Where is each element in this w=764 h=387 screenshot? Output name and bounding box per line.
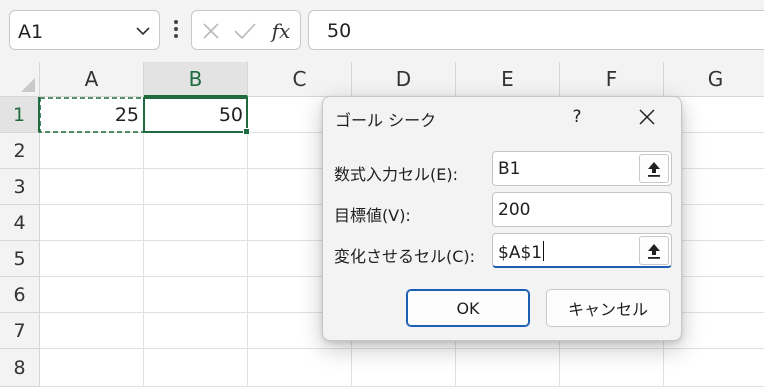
cell-b3[interactable] [144,169,248,205]
set-cell-label: 数式入力セル(E): [334,165,458,184]
function-icon: fx [271,19,291,43]
text-caret [543,241,545,261]
cell-b6[interactable] [144,277,248,313]
cell-f8[interactable] [560,349,664,387]
name-box[interactable]: A1 [9,10,160,50]
cell-a2[interactable] [40,133,144,169]
column-header-d[interactable]: D [352,62,456,97]
cell-b5[interactable] [144,241,248,277]
cell-a5[interactable] [40,241,144,277]
to-value-label: 目標値(V): [334,206,411,225]
insert-function-button[interactable]: fx [268,19,294,43]
column-header-a[interactable]: A [40,62,144,97]
selection-border [143,97,248,133]
row-header-4[interactable]: 4 [0,205,40,241]
more-vertical-icon[interactable] [168,18,184,42]
column-header-c[interactable]: C [248,62,352,97]
cancel-button[interactable]: キャンセル [546,289,670,327]
collapse-dialog-icon [648,243,660,259]
row-header-1[interactable]: 1 [0,97,40,133]
row-header-3[interactable]: 3 [0,169,40,205]
cell-a6[interactable] [40,277,144,313]
row-header-8[interactable]: 8 [0,349,40,387]
changing-cell-text: $A$1 [498,241,545,263]
cancel-entry-button[interactable] [198,19,224,43]
dialog-title: ゴール シーク [335,111,437,130]
fill-handle[interactable] [243,128,250,135]
set-cell-value: B1 [498,159,521,179]
cell-a4[interactable] [40,205,144,241]
row-header-6[interactable]: 6 [0,277,40,313]
ok-button[interactable]: OK [406,289,530,327]
cell-a3[interactable] [40,169,144,205]
collapse-dialog-icon [648,161,660,177]
set-cell-collapse-button[interactable] [639,154,669,183]
cell-e8[interactable] [456,349,560,387]
cell-b7[interactable] [144,313,248,349]
cell-b8[interactable] [144,349,248,387]
to-value-input[interactable]: 200 [492,192,672,227]
cell-a8[interactable] [40,349,144,387]
select-all-corner[interactable] [0,62,40,97]
help-button[interactable]: ? [559,103,595,131]
check-icon [234,23,256,40]
to-value-value: 200 [498,200,531,220]
set-cell-input[interactable]: B1 [492,151,672,186]
formula-buttons: fx [191,10,301,50]
cell-g8[interactable] [664,349,764,387]
name-box-value: A1 [18,21,44,43]
copy-marquee [39,97,145,133]
column-header-e[interactable]: E [456,62,560,97]
formula-input[interactable]: 50 [308,10,764,50]
close-icon [203,23,219,39]
cell-b4[interactable] [144,205,248,241]
close-button[interactable] [627,103,667,131]
formula-bar: A1 fx 50 [0,0,764,62]
goal-seek-dialog: ゴール シーク ? 数式入力セル(E): B1 目標値(V): 200 変化させ… [322,96,682,341]
row-header-5[interactable]: 5 [0,241,40,277]
confirm-entry-button[interactable] [232,19,258,43]
row-header-7[interactable]: 7 [0,313,40,349]
cell-d8[interactable] [352,349,456,387]
changing-cell-collapse-button[interactable] [639,236,669,265]
row-header-2[interactable]: 2 [0,133,40,169]
column-header-b[interactable]: B [144,62,248,97]
changing-cell-label: 変化させるセル(C): [334,247,476,266]
formula-value: 50 [327,20,352,42]
column-header-f[interactable]: F [560,62,664,97]
column-header-g[interactable]: G [664,62,764,97]
chevron-down-icon[interactable] [135,25,151,37]
cell-c8[interactable] [248,349,352,387]
cell-a7[interactable] [40,313,144,349]
close-icon [639,109,655,125]
changing-cell-value: $A$1 [498,243,543,263]
cell-b2[interactable] [144,133,248,169]
changing-cell-input[interactable]: $A$1 [492,233,672,268]
